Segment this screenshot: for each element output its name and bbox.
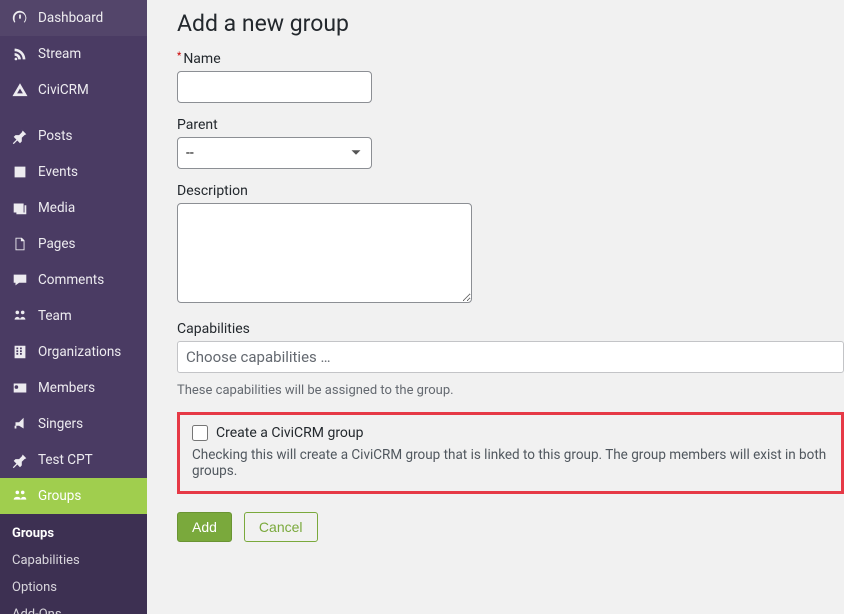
capabilities-help: These capabilities will be assigned to t… (177, 383, 844, 398)
capabilities-input[interactable]: Choose capabilities … (177, 341, 844, 373)
id-icon (10, 378, 30, 398)
sidebar-item-label: Organizations (38, 344, 121, 360)
submenu-item-options[interactable]: Options (0, 574, 147, 601)
sidebar-item-label: Team (38, 308, 72, 324)
name-input[interactable] (177, 71, 372, 103)
sidebar-item-comments[interactable]: Comments (0, 262, 147, 298)
sidebar-item-label: Media (38, 200, 75, 216)
sidebar-item-testcpt[interactable]: Test CPT (0, 442, 147, 478)
media-icon (10, 198, 30, 218)
comment-icon (10, 270, 30, 290)
sidebar-item-members[interactable]: Members (0, 370, 147, 406)
sidebar-item-label: Events (38, 164, 78, 180)
description-textarea[interactable] (177, 203, 472, 303)
pin-icon (10, 450, 30, 470)
page-title: Add a new group (177, 10, 844, 37)
sidebar-item-groups[interactable]: Groups (0, 478, 147, 514)
main-content: Add a new group *Name Parent -- Descript… (147, 0, 844, 614)
required-asterisk-icon: * (177, 51, 181, 62)
admin-sidebar: Dashboard Stream CiviCRM Posts Events Me… (0, 0, 147, 614)
team-icon (10, 306, 30, 326)
sidebar-item-team[interactable]: Team (0, 298, 147, 334)
name-label: *Name (177, 51, 844, 67)
sidebar-item-pages[interactable]: Pages (0, 226, 147, 262)
sidebar-item-label: CiviCRM (38, 82, 89, 98)
sidebar-item-label: Groups (38, 488, 81, 504)
sidebar-item-posts[interactable]: Posts (0, 118, 147, 154)
pin-icon (10, 126, 30, 146)
sidebar-item-label: Posts (38, 128, 72, 144)
sidebar-item-organizations[interactable]: Organizations (0, 334, 147, 370)
parent-select[interactable]: -- (177, 137, 372, 169)
sidebar-item-dashboard[interactable]: Dashboard (0, 0, 147, 36)
sidebar-item-label: Comments (38, 272, 104, 288)
megaphone-icon (10, 414, 30, 434)
sidebar-item-media[interactable]: Media (0, 190, 147, 226)
sidebar-item-label: Members (38, 380, 95, 396)
sidebar-item-label: Singers (38, 416, 83, 432)
calendar-icon (10, 162, 30, 182)
sidebar-item-label: Test CPT (38, 452, 93, 468)
sidebar-item-label: Pages (38, 236, 76, 252)
sidebar-submenu: Groups Capabilities Options Add-Ons (0, 514, 147, 614)
sidebar-item-label: Dashboard (38, 10, 103, 26)
triangle-icon (10, 80, 30, 100)
submenu-item-groups[interactable]: Groups (0, 520, 147, 547)
civicrm-group-checkbox-label: Create a CiviCRM group (216, 425, 364, 441)
parent-label: Parent (177, 117, 844, 133)
civicrm-group-description: Checking this will create a CiviCRM grou… (192, 447, 829, 479)
capabilities-label: Capabilities (177, 321, 844, 337)
civicrm-group-box: Create a CiviCRM group Checking this wil… (177, 412, 844, 494)
sidebar-item-civicrm[interactable]: CiviCRM (0, 72, 147, 108)
submenu-item-addons[interactable]: Add-Ons (0, 601, 147, 614)
sidebar-item-singers[interactable]: Singers (0, 406, 147, 442)
civicrm-group-checkbox[interactable] (192, 425, 208, 441)
building-icon (10, 342, 30, 362)
rss-icon (10, 44, 30, 64)
add-button[interactable]: Add (177, 512, 232, 542)
description-label: Description (177, 183, 844, 199)
gauge-icon (10, 8, 30, 28)
sidebar-item-stream[interactable]: Stream (0, 36, 147, 72)
cancel-button[interactable]: Cancel (244, 512, 318, 542)
sidebar-item-events[interactable]: Events (0, 154, 147, 190)
submenu-item-capabilities[interactable]: Capabilities (0, 547, 147, 574)
groups-icon (10, 486, 30, 506)
sidebar-item-label: Stream (38, 46, 81, 62)
page-icon (10, 234, 30, 254)
